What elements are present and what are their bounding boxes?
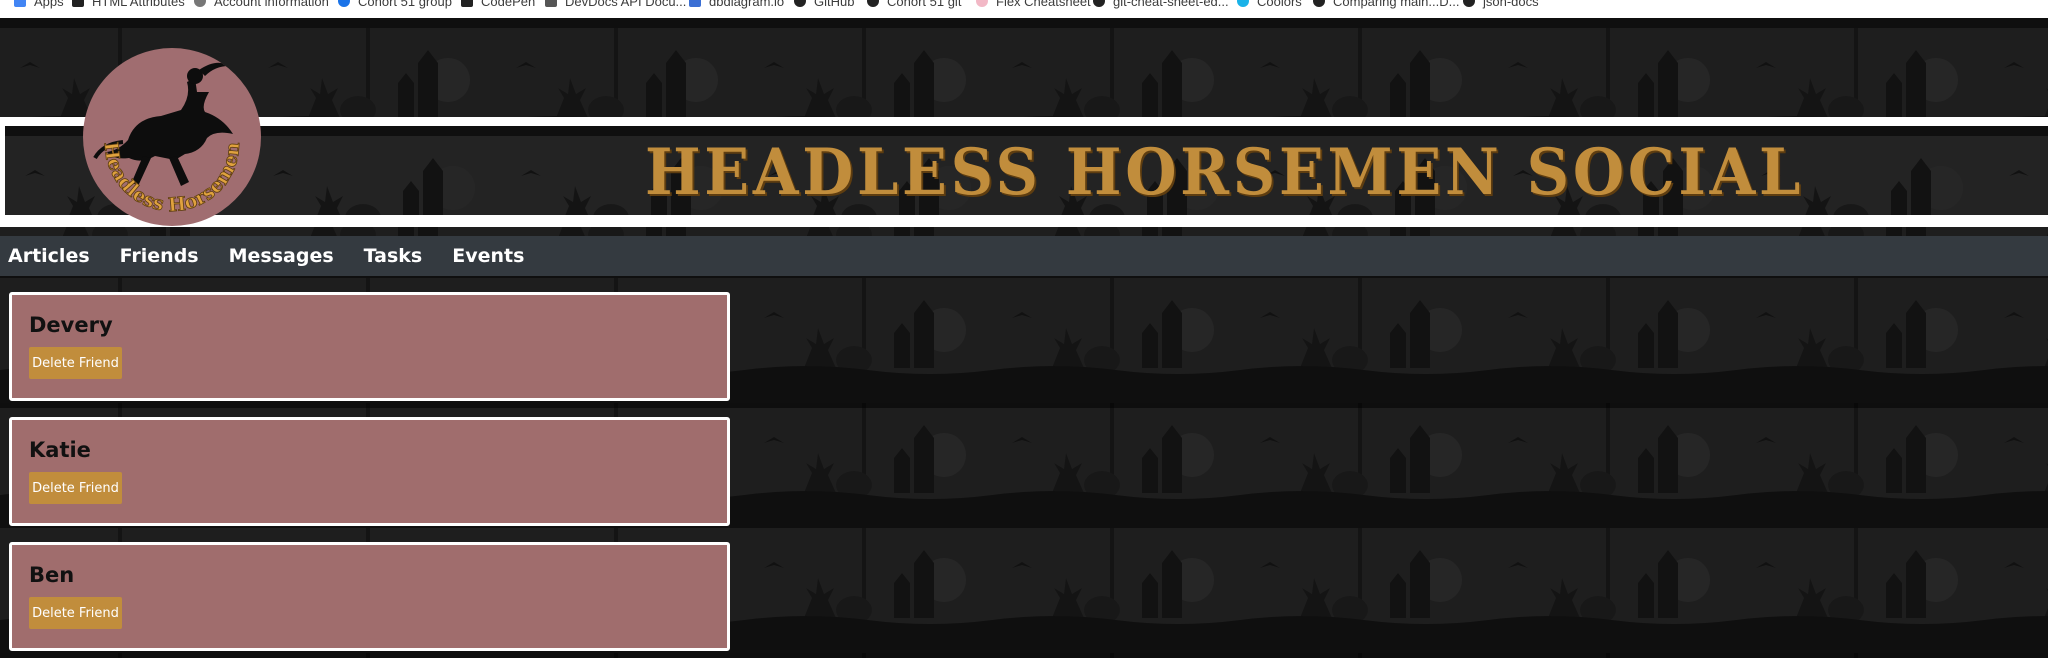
bookmark-coolors[interactable]: Coolors: [1237, 0, 1302, 11]
friend-name: Devery: [29, 313, 113, 337]
github-icon: [867, 0, 879, 7]
banner-border-top: [0, 117, 2048, 126]
bookmark-comparing-main[interactable]: Comparing main...D...: [1313, 0, 1459, 11]
bookmark-codepen[interactable]: CodePen: [461, 0, 535, 11]
banner-border-bottom: [0, 215, 2048, 227]
people-icon: [338, 0, 350, 7]
bookmark-label: git-cheat-sheet-ed...: [1113, 0, 1229, 9]
bookmark-label: HTML Attributes: [92, 0, 185, 9]
delete-friend-button[interactable]: Delete Friend: [29, 347, 122, 379]
bookmark-label: GitHub: [814, 0, 855, 9]
bookmark-label: Apps: [34, 0, 64, 9]
friend-card: Katie Delete Friend: [9, 417, 730, 526]
bookmark-label: json-docs: [1483, 0, 1539, 9]
friend-card: Ben Delete Friend: [9, 542, 730, 651]
bookmark-dbdiagram[interactable]: dbdiagram.io: [689, 0, 784, 11]
bookmark-account-information[interactable]: Account information: [194, 0, 329, 11]
headless-horseman-icon: Headless Horsemen: [93, 62, 245, 217]
bookmark-label: Account information: [214, 0, 329, 9]
nav-link-tasks[interactable]: Tasks: [364, 245, 423, 267]
bookmarks-bar: Apps HTML Attributes Account information…: [0, 0, 2048, 18]
apps-grid-icon: [14, 0, 26, 7]
nav-link-messages[interactable]: Messages: [229, 245, 334, 267]
page: Apps HTML Attributes Account information…: [0, 0, 2048, 658]
bookmark-label: Cohort 51 git: [887, 0, 962, 9]
bookmark-github[interactable]: GitHub: [794, 0, 854, 11]
bookmark-flex-cheatsheet[interactable]: Flex Cheatsheet: [976, 0, 1091, 11]
dbdiagram-icon: [689, 0, 701, 7]
bookmark-label: DevDocs API Docu...: [565, 0, 687, 9]
bookmark-html-attributes[interactable]: HTML Attributes: [72, 0, 185, 11]
bookmark-label: Cohort 51 group: [358, 0, 452, 9]
github-icon: [1093, 0, 1105, 7]
friend-card: Devery Delete Friend: [9, 292, 730, 401]
site-title: Headless Horsemen Social: [645, 135, 1805, 210]
bookmark-devdocs[interactable]: DevDocs API Docu...: [545, 0, 686, 11]
nav-link-articles[interactable]: Articles: [8, 245, 90, 267]
friends-list: Devery Delete Friend Katie Delete Friend…: [9, 292, 730, 658]
delete-friend-button[interactable]: Delete Friend: [29, 472, 122, 504]
nav-link-friends[interactable]: Friends: [120, 245, 199, 267]
friend-name: Ben: [29, 563, 75, 587]
bookmark-cohort-group[interactable]: Cohort 51 group: [338, 0, 452, 11]
delete-friend-button[interactable]: Delete Friend: [29, 597, 122, 629]
bookmark-git-cheat-sheet[interactable]: git-cheat-sheet-ed...: [1093, 0, 1229, 11]
friend-name: Katie: [29, 438, 91, 462]
github-icon: [794, 0, 806, 7]
nav-link-events[interactable]: Events: [452, 245, 524, 267]
bookmark-cohort-git[interactable]: Cohort 51 git: [867, 0, 961, 11]
bookmark-label: Coolors: [1257, 0, 1302, 9]
bookmark-label: dbdiagram.io: [709, 0, 785, 9]
flex-icon: [976, 0, 988, 7]
bookmark-label: Comparing main...D...: [1333, 0, 1460, 9]
bookmark-label: Flex Cheatsheet: [996, 0, 1091, 9]
codepen-icon: [461, 0, 473, 7]
bookmark-label: CodePen: [481, 0, 536, 9]
bookmark-json-docs[interactable]: json-docs: [1463, 0, 1539, 11]
bookmark-apps[interactable]: Apps: [14, 0, 64, 11]
bookmark-icon: [72, 0, 84, 7]
github-icon: [1463, 0, 1475, 7]
coolors-icon: [1237, 0, 1249, 7]
main-navbar: Articles Friends Messages Tasks Events: [0, 236, 2048, 276]
devdocs-icon: [545, 0, 557, 7]
gear-icon: [194, 0, 206, 7]
site-logo[interactable]: Headless Horsemen: [83, 48, 261, 226]
github-icon: [1313, 0, 1325, 7]
